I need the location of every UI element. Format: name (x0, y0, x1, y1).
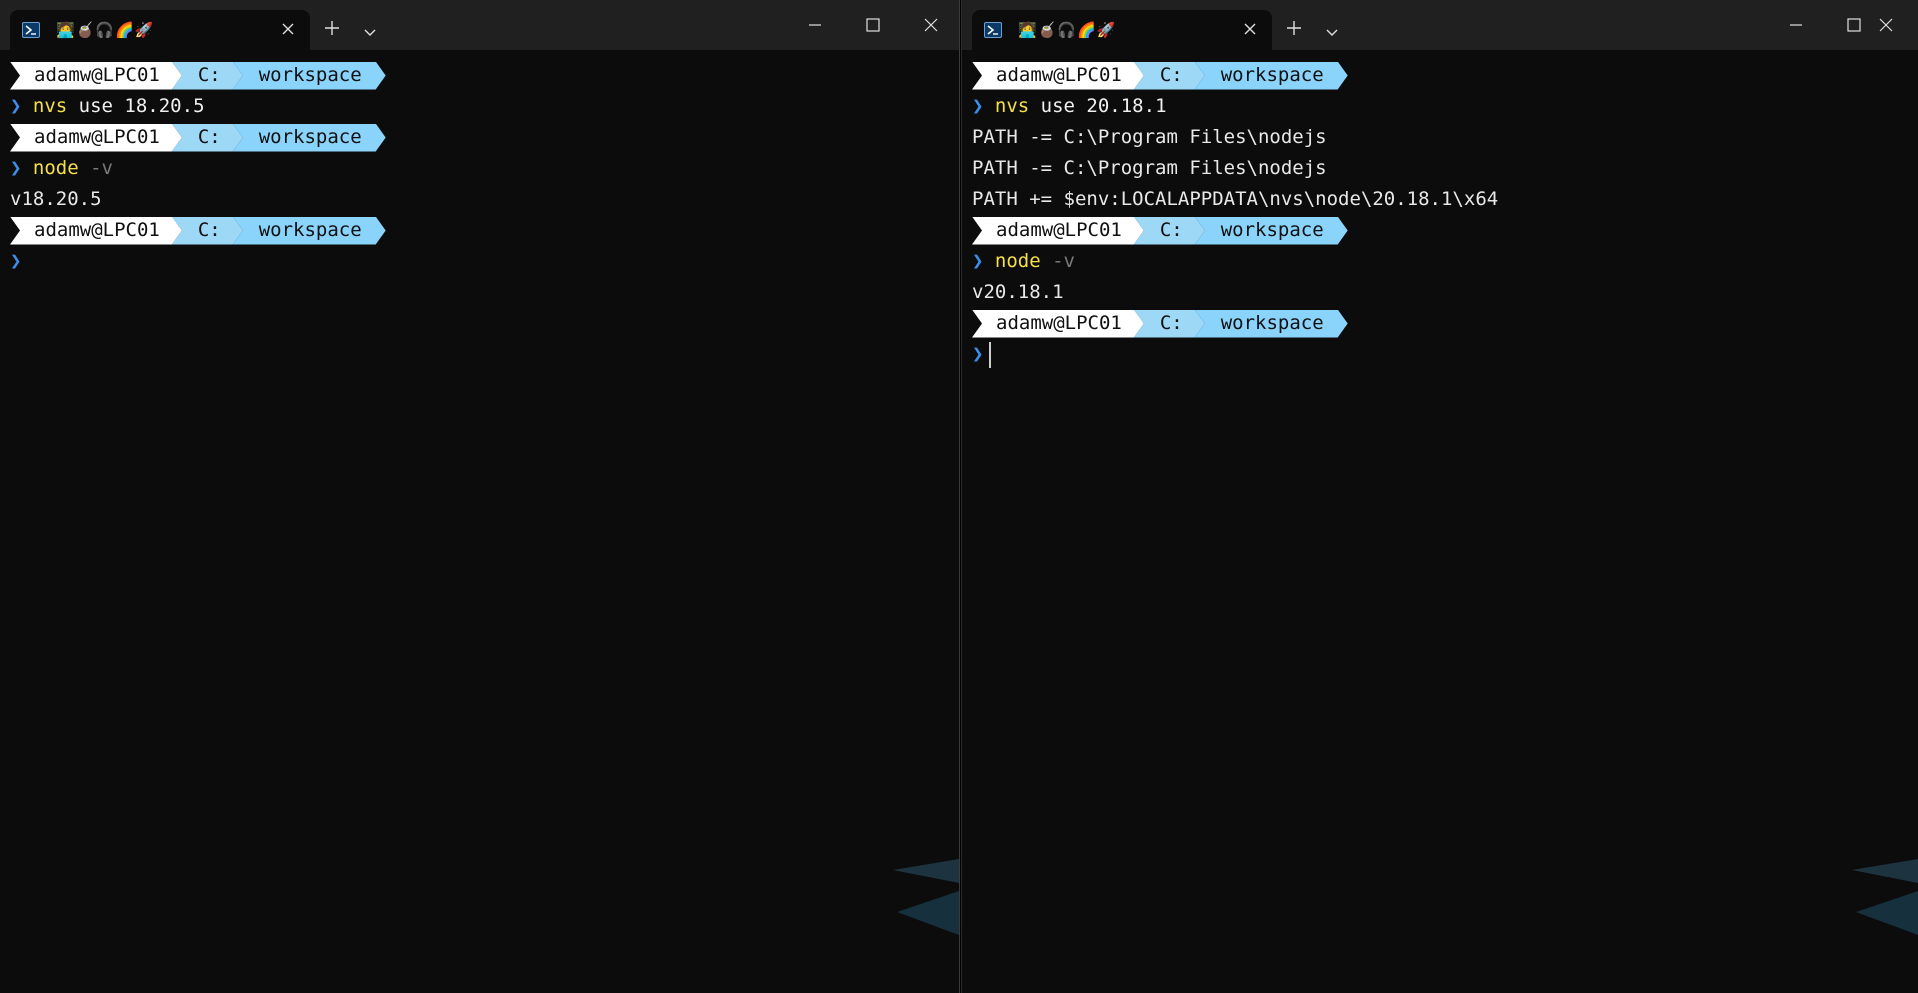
prompt-line: adamw@LPC01 C: workspace (972, 60, 1918, 91)
terminal-output[interactable]: adamw@LPC01 C: workspace ❯ nvs use 20.18.1 P… (972, 60, 1918, 993)
command-name: nvs (32, 95, 68, 117)
prompt-line: adamw@LPC01 C: workspace (10, 60, 959, 91)
prompt-user-segment: adamw@LPC01 (10, 124, 182, 152)
title-bar[interactable]: 🧑‍💻🧉🎧🌈🚀 (0, 0, 959, 50)
command-line: ❯ nvs use 18.20.5 (10, 91, 959, 122)
prompt-dir-segment: workspace (233, 62, 386, 90)
command-line: ❯ (10, 246, 959, 277)
prompt-user-segment: adamw@LPC01 (972, 310, 1144, 338)
command-name: node (32, 157, 79, 179)
plus-icon[interactable] (323, 19, 341, 37)
tab-active[interactable]: 🧑‍💻🧉🎧🌈🚀 (972, 10, 1272, 50)
command-name: node (994, 250, 1041, 272)
prompt-line: adamw@LPC01 C: workspace (10, 215, 959, 246)
prompt-drive-segment: C: (1134, 217, 1205, 245)
command-line: ❯ node -v (10, 153, 959, 184)
prompt-drive-segment: C: (1134, 62, 1205, 90)
prompt-dir-segment: workspace (1195, 62, 1348, 90)
command-line: ❯ (972, 339, 1918, 370)
terminal-output[interactable]: adamw@LPC01 C: workspace ❯ nvs use 18.20.5 a… (10, 60, 959, 993)
output-line: v20.18.1 (972, 281, 1064, 303)
chevron-down-icon[interactable] (363, 23, 377, 36)
close-icon[interactable] (1242, 21, 1258, 37)
prompt-user-segment: adamw@LPC01 (10, 62, 182, 90)
prompt-dir-segment: workspace (233, 124, 386, 152)
minimize-icon[interactable] (795, 10, 835, 40)
tab-active[interactable]: 🧑‍💻🧉🎧🌈🚀 (10, 10, 310, 50)
command-line: ❯ node -v (972, 246, 1918, 277)
maximize-icon[interactable] (853, 10, 893, 40)
plus-icon[interactable] (1285, 19, 1303, 37)
prompt-chevron: ❯ (972, 95, 984, 117)
output-line: PATH -= C:\Program Files\nodejs (972, 126, 1327, 148)
prompt-line: adamw@LPC01 C: workspace (972, 215, 1918, 246)
prompt-drive-segment: C: (1134, 310, 1205, 338)
close-icon[interactable] (911, 10, 951, 40)
command-name: nvs (994, 95, 1030, 117)
prompt-dir-segment: workspace (1195, 217, 1348, 245)
close-icon[interactable] (1866, 10, 1906, 40)
prompt-drive-segment: C: (172, 217, 243, 245)
prompt-line: adamw@LPC01 C: workspace (10, 122, 959, 153)
background-decoration (1852, 859, 1918, 935)
background-decoration (893, 859, 959, 935)
tab-title: 🧑‍💻🧉🎧🌈🚀 (1018, 21, 1117, 39)
prompt-line: adamw@LPC01 C: workspace (972, 308, 1918, 339)
title-bar[interactable]: 🧑‍💻🧉🎧🌈🚀 (962, 0, 1918, 50)
prompt-user-segment: adamw@LPC01 (10, 217, 182, 245)
command-args: use 20.18.1 (1029, 95, 1167, 117)
prompt-chevron: ❯ (972, 250, 984, 272)
close-icon[interactable] (280, 21, 296, 37)
terminal-window-left: 🧑‍💻🧉🎧🌈🚀 adamw@LPC01 C: workspace ❯ nvs use … (0, 0, 960, 993)
prompt-chevron: ❯ (972, 343, 984, 365)
powershell-icon (984, 22, 1002, 38)
prompt-dir-segment: workspace (233, 217, 386, 245)
minimize-icon[interactable] (1776, 10, 1816, 40)
command-line: ❯ nvs use 20.18.1 (972, 91, 1918, 122)
command-args: use 18.20.5 (67, 95, 205, 117)
tab-title: 🧑‍💻🧉🎧🌈🚀 (56, 21, 155, 39)
prompt-drive-segment: C: (172, 124, 243, 152)
prompt-chevron: ❯ (10, 95, 22, 117)
prompt-chevron: ❯ (10, 157, 22, 179)
prompt-chevron: ❯ (10, 250, 22, 272)
output-line: v18.20.5 (10, 188, 102, 210)
prompt-user-segment: adamw@LPC01 (972, 217, 1144, 245)
terminal-window-right: 🧑‍💻🧉🎧🌈🚀 adamw@LPC01 C: workspace ❯ nvs use … (961, 0, 1918, 993)
output-line: PATH -= C:\Program Files\nodejs (972, 157, 1327, 179)
powershell-icon (22, 22, 40, 38)
output-line: PATH += $env:LOCALAPPDATA\nvs\node\20.18… (972, 188, 1499, 210)
prompt-user-segment: adamw@LPC01 (972, 62, 1144, 90)
command-flag: -v (78, 157, 113, 179)
prompt-drive-segment: C: (172, 62, 243, 90)
prompt-dir-segment: workspace (1195, 310, 1348, 338)
chevron-down-icon[interactable] (1325, 23, 1339, 36)
text-cursor (989, 341, 992, 368)
command-flag: -v (1040, 250, 1075, 272)
